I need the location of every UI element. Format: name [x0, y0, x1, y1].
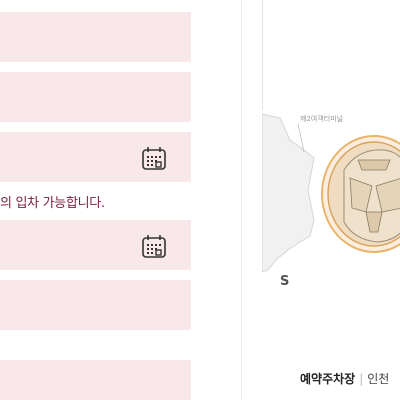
calendar-icon[interactable] — [141, 234, 167, 258]
entry-date-field[interactable] — [0, 132, 191, 182]
compass-south-label: S — [280, 274, 290, 289]
form-field-2[interactable] — [0, 72, 191, 122]
map-frame-edge — [262, 0, 263, 110]
column-divider — [241, 0, 242, 400]
form-field-6[interactable] — [0, 360, 191, 400]
terminal-map-graphic — [261, 113, 400, 273]
entry-notice-text: 의 입차 가능합니다. — [0, 196, 105, 211]
parking-footer: 예약주차장 | 인천 — [300, 370, 400, 390]
terminal-label: 제2여객터미널 — [300, 115, 344, 123]
reservation-form: 의 입차 가능합니다. — [0, 0, 240, 400]
terminal-map: 제2여객터미널 S — [261, 100, 400, 300]
footer-title: 예약주차장 — [300, 372, 356, 386]
calendar-icon[interactable] — [141, 146, 167, 170]
form-field-5[interactable] — [0, 280, 191, 330]
footer-separator: | — [359, 372, 364, 386]
footer-subtitle: 인천 — [367, 372, 390, 386]
exit-date-field[interactable] — [0, 220, 191, 270]
form-field-1[interactable] — [0, 12, 191, 62]
